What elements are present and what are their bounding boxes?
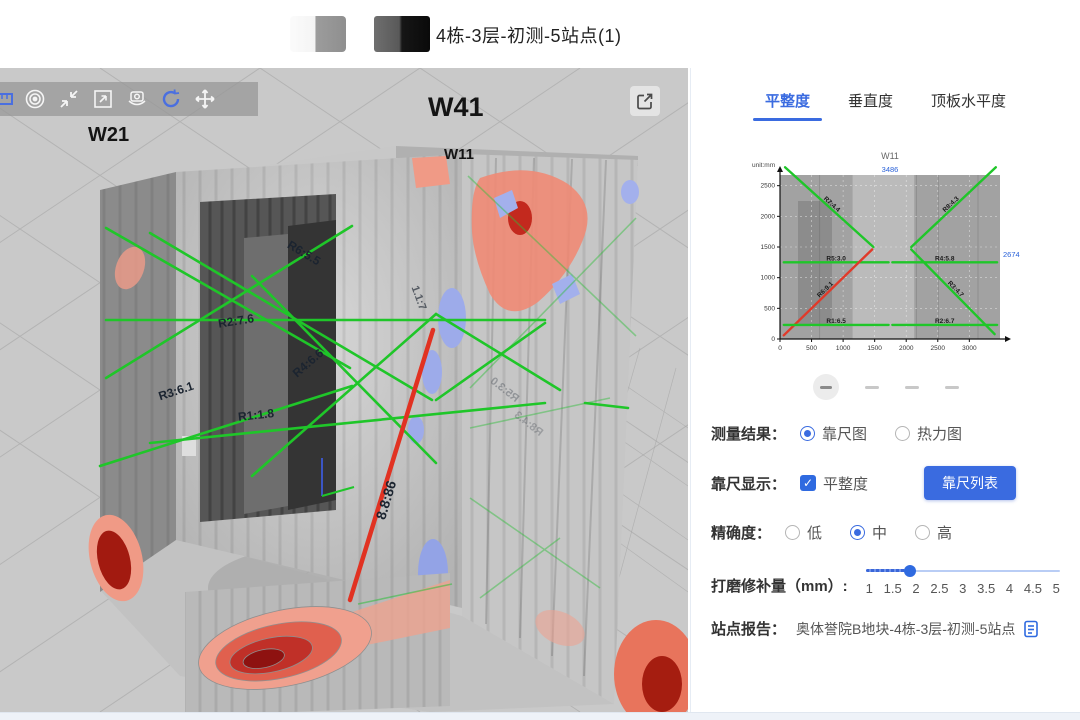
svg-text:2674: 2674 [1003, 250, 1020, 259]
pan-icon[interactable] [188, 82, 222, 116]
radio-precision-medium-label: 中 [872, 522, 887, 543]
panel-tabs: 平整度 垂直度 顶板水平度 [711, 90, 1060, 121]
site-report-label: 站点报告： [711, 618, 786, 639]
tick-label: 3.5 [977, 581, 995, 596]
ruler-display-label: 靠尺显示： [711, 473, 786, 494]
svg-text:500: 500 [764, 305, 775, 312]
fullscreen-icon[interactable] [86, 82, 120, 116]
tick-label: 1.5 [884, 581, 902, 596]
radio-heatmap[interactable]: 热力图 [895, 423, 962, 444]
checkbox-icon[interactable]: ✓ [800, 475, 816, 491]
radio-ruler-chart[interactable]: 靠尺图 [800, 423, 867, 444]
rotate-icon[interactable] [154, 82, 188, 116]
ruler-icon[interactable] [0, 82, 18, 116]
radio-precision-low-label: 低 [807, 522, 822, 543]
radio-icon[interactable] [895, 426, 910, 441]
tab-verticality[interactable]: 垂直度 [848, 90, 893, 121]
app-root: 4栋-3层-初测-5站点(1) [0, 0, 1080, 720]
wall-label-w11: W11 [444, 146, 474, 163]
report-document-icon[interactable] [1023, 620, 1039, 638]
svg-text:1500: 1500 [760, 244, 775, 251]
svg-text:2000: 2000 [760, 213, 775, 220]
polish-row: 打磨修补量（mm）: 1 1.5 2 2.5 3 3.5 4 4.5 5 [711, 565, 1060, 596]
tick-label: 4 [1006, 581, 1013, 596]
svg-text:2500: 2500 [760, 183, 775, 190]
tick-label: 3 [959, 581, 966, 596]
carousel-page-4[interactable] [945, 386, 959, 389]
bottom-strip [0, 712, 1080, 720]
viewport-3d[interactable]: W21 W41 W11 R2:7.6 R6:5.5 R3:6.1 R1:1.8 … [0, 68, 688, 712]
svg-text:3486: 3486 [881, 165, 898, 174]
tick-label: 1 [866, 581, 873, 596]
radio-icon[interactable] [850, 525, 865, 540]
orbit-camera-icon[interactable] [120, 82, 154, 116]
radio-icon[interactable] [800, 426, 815, 441]
measure-result-row: 测量结果： 靠尺图 热力图 [711, 423, 1060, 444]
polish-label: 打磨修补量（mm）: [711, 575, 848, 596]
precision-row: 精确度： 低 中 高 [711, 522, 1060, 543]
carousel-page-3[interactable] [905, 386, 919, 389]
svg-text:0: 0 [778, 345, 782, 352]
svg-text:W11: W11 [881, 151, 899, 161]
radio-precision-low[interactable]: 低 [785, 522, 822, 543]
ruler-display-row: 靠尺显示： ✓ 平整度 靠尺列表 [711, 466, 1060, 500]
radio-ruler-chart-label: 靠尺图 [822, 423, 867, 444]
wall-label-w41: W41 [428, 92, 484, 123]
scan-thumbnail-light [290, 16, 346, 52]
svg-text:0: 0 [771, 336, 775, 343]
wall-measurement-chart: 0 500 1000 1500 2000 2500 3000 0 500 1000 1500 2000… [750, 149, 1022, 357]
checkbox-flatness-label: 平整度 [823, 473, 868, 494]
polish-slider: 1 1.5 2 2.5 3 3.5 4 4.5 5 [866, 565, 1060, 596]
tick-label: 2 [912, 581, 919, 596]
radio-heatmap-label: 热力图 [917, 423, 962, 444]
tick-label: 4.5 [1024, 581, 1042, 596]
svg-text:500: 500 [806, 345, 817, 352]
tab-ceiling-level[interactable]: 顶板水平度 [931, 90, 1006, 121]
tab-flatness[interactable]: 平整度 [765, 90, 810, 121]
viewport-toolbar [0, 82, 258, 116]
tick-label: 2.5 [930, 581, 948, 596]
radio-precision-high[interactable]: 高 [915, 522, 952, 543]
site-report-row: 站点报告： 奥体誉院B地块-4栋-3层-初测-5站点 [711, 618, 1060, 639]
radio-precision-medium[interactable]: 中 [850, 522, 887, 543]
control-panel: 平整度 垂直度 顶板水平度 05001000150020002500300005… [690, 68, 1080, 712]
carousel-page-2[interactable] [865, 386, 879, 389]
svg-text:unit:mm: unit:mm [752, 162, 775, 169]
svg-text:1500: 1500 [867, 345, 882, 352]
scan-thumbnail-dark [374, 16, 430, 52]
radio-icon[interactable] [785, 525, 800, 540]
svg-text:R2:6.7: R2:6.7 [934, 318, 954, 325]
slider-tick-labels: 1 1.5 2 2.5 3 3.5 4 4.5 5 [866, 581, 1060, 596]
target-icon[interactable] [18, 82, 52, 116]
export-icon[interactable] [630, 86, 660, 116]
radio-precision-high-label: 高 [937, 522, 952, 543]
room-scan-render [0, 68, 688, 712]
checkbox-flatness[interactable]: ✓ 平整度 [800, 473, 868, 494]
slider-track[interactable] [866, 565, 1060, 577]
precision-label: 精确度： [711, 522, 771, 543]
title-bar: 4栋-3层-初测-5站点(1) [0, 0, 1080, 68]
page-title: 4栋-3层-初测-5站点(1) [436, 22, 622, 48]
tick-label: 5 [1053, 581, 1060, 596]
svg-text:1000: 1000 [835, 345, 850, 352]
svg-text:1000: 1000 [760, 275, 775, 282]
collapse-icon[interactable] [52, 82, 86, 116]
svg-text:R4:5.8: R4:5.8 [934, 255, 954, 262]
chart-carousel [711, 373, 1060, 401]
svg-text:2000: 2000 [898, 345, 913, 352]
site-report-name: 奥体誉院B地块-4栋-3层-初测-5站点 [796, 619, 1015, 639]
slider-thumb[interactable] [904, 565, 916, 577]
radio-icon[interactable] [915, 525, 930, 540]
svg-text:R1:6.5: R1:6.5 [826, 318, 846, 325]
measure-result-label: 测量结果： [711, 423, 786, 444]
svg-text:R5:3.0: R5:3.0 [826, 255, 846, 262]
carousel-page-1[interactable] [813, 374, 839, 400]
wall-label-w21: W21 [88, 124, 129, 147]
svg-text:3000: 3000 [962, 345, 977, 352]
svg-text:2500: 2500 [930, 345, 945, 352]
ruler-list-button[interactable]: 靠尺列表 [924, 466, 1016, 500]
